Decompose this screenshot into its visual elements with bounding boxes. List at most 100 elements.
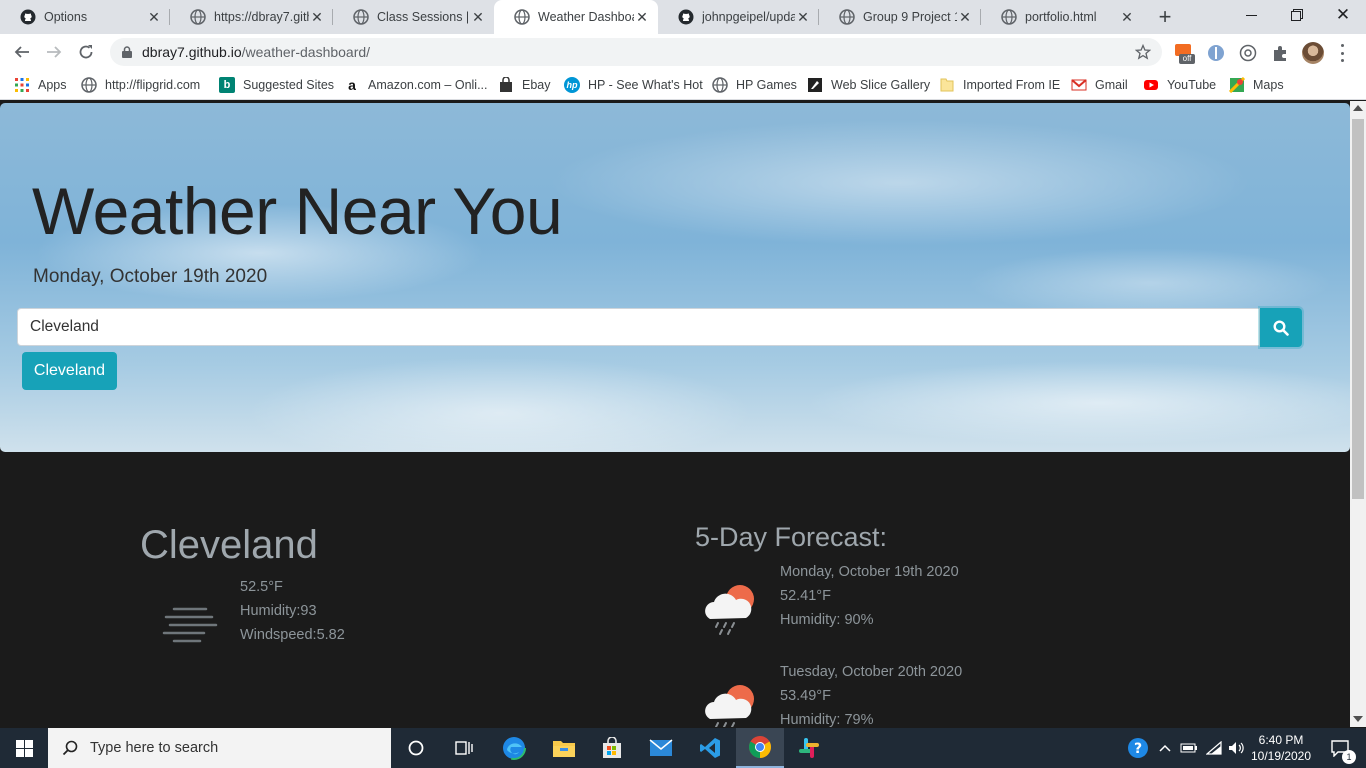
forward-button[interactable] xyxy=(40,38,68,66)
search-icon xyxy=(62,740,78,756)
tray-overflow-button[interactable] xyxy=(1155,728,1175,768)
taskbar-file-explorer[interactable] xyxy=(540,728,588,768)
task-view-button[interactable] xyxy=(440,728,488,768)
cortana-button[interactable] xyxy=(392,728,440,768)
tab-title: Weather Dashboar xyxy=(538,10,634,24)
taskbar-vscode[interactable] xyxy=(686,728,734,768)
bookmark-label: Amazon.com – Onli... xyxy=(368,78,488,92)
taskbar-mail[interactable] xyxy=(637,728,685,768)
taskbar-store[interactable] xyxy=(588,728,636,768)
github-icon xyxy=(678,9,694,25)
avatar[interactable] xyxy=(1302,42,1324,64)
scroll-thumb[interactable] xyxy=(1352,119,1364,499)
tab-portfolio[interactable]: portfolio.html ✕ xyxy=(981,0,1143,34)
close-window-button[interactable]: ✕ xyxy=(1320,0,1366,30)
url-path: /weather-dashboard/ xyxy=(241,44,371,60)
extension-blue-icon[interactable] xyxy=(1207,44,1225,62)
back-button[interactable] xyxy=(8,38,36,66)
tab-title: johnpgeipel/upda xyxy=(702,10,795,24)
help-icon: ? xyxy=(1128,738,1148,758)
arrow-right-icon xyxy=(47,46,62,58)
bookmark-gmail[interactable]: Gmail xyxy=(1071,76,1128,94)
restore-icon xyxy=(1291,9,1303,21)
youtube-icon xyxy=(1144,80,1158,90)
minimize-button[interactable] xyxy=(1228,0,1274,30)
globe-icon xyxy=(353,9,369,25)
puzzle-icon[interactable] xyxy=(1271,44,1289,62)
extension-circle-icon[interactable] xyxy=(1239,44,1257,62)
tab-johnpgeipel[interactable]: johnpgeipel/upda ✕ xyxy=(658,0,819,34)
bookmark-web-slice[interactable]: Web Slice Gallery xyxy=(807,76,930,94)
address-bar[interactable]: dbray7.github.io/weather-dashboard/ xyxy=(110,38,1162,66)
bookmark-maps[interactable]: Maps xyxy=(1229,76,1284,94)
hero-jumbotron: Weather Near You Monday, October 19th 20… xyxy=(0,103,1350,452)
bookmark-flipgrid[interactable]: http://flipgrid.com xyxy=(81,76,200,94)
bookmark-amazon[interactable]: a Amazon.com – Onli... xyxy=(344,76,488,94)
city-search-input[interactable]: Cleveland xyxy=(17,308,1260,346)
start-button[interactable] xyxy=(0,728,48,768)
bookmark-hp-hot[interactable]: hp HP - See What's Hot xyxy=(564,76,703,94)
folder-icon xyxy=(553,741,575,757)
lock-icon xyxy=(122,46,132,58)
rain-cloud-sun-icon xyxy=(705,685,754,727)
menu-kebab-icon[interactable] xyxy=(1338,44,1346,62)
taskbar-edge[interactable] xyxy=(490,728,538,768)
close-icon[interactable]: ✕ xyxy=(795,9,811,25)
reload-button[interactable] xyxy=(72,38,100,66)
forecast-day-temp: 52.41°F xyxy=(780,588,831,604)
windows-taskbar: Type here to search ? 6:40 PM 10/19/2020… xyxy=(0,728,1366,768)
bookmark-apps[interactable]: Apps xyxy=(14,76,67,94)
bookmark-imported-ie[interactable]: Imported From IE xyxy=(939,76,1060,94)
close-icon[interactable]: ✕ xyxy=(309,9,325,25)
svg-text:?: ? xyxy=(1134,741,1142,757)
city-history-button[interactable]: Cleveland xyxy=(22,352,117,390)
page-scrollbar[interactable] xyxy=(1350,101,1366,727)
action-center-button[interactable]: 1 xyxy=(1320,728,1360,768)
close-icon[interactable]: ✕ xyxy=(146,9,162,25)
vscode-icon xyxy=(700,738,720,758)
scroll-up-icon[interactable] xyxy=(1353,105,1363,111)
chevron-up-icon xyxy=(1159,744,1171,752)
search-button[interactable] xyxy=(1260,308,1302,347)
bookmark-suggested-sites[interactable]: b Suggested Sites xyxy=(219,76,334,94)
tab-options[interactable]: Options ✕ xyxy=(0,0,170,34)
minimize-icon xyxy=(1245,14,1257,16)
close-icon: ✕ xyxy=(1335,5,1351,24)
mail-icon xyxy=(649,739,673,756)
battery-tray-button[interactable] xyxy=(1178,728,1200,768)
tab-class-sessions[interactable]: Class Sessions | Bo ✕ xyxy=(333,0,494,34)
bookmark-youtube[interactable]: YouTube xyxy=(1143,76,1216,94)
bookmark-hp-games[interactable]: HP Games xyxy=(712,76,797,94)
bookmark-label: http://flipgrid.com xyxy=(105,78,201,92)
tab-dbray7[interactable]: https://dbray7.gith ✕ xyxy=(170,0,333,34)
bookmark-label: HP Games xyxy=(736,78,797,92)
browser-tab-strip: Options ✕ https://dbray7.gith ✕ Class Se… xyxy=(0,0,1366,34)
bookmark-ebay[interactable]: Ebay xyxy=(498,76,551,94)
wifi-tray-button[interactable] xyxy=(1203,728,1225,768)
browser-toolbar: dbray7.github.io/weather-dashboard/ off xyxy=(0,34,1366,70)
star-icon[interactable] xyxy=(1135,44,1151,60)
tab-group-9-project[interactable]: Group 9 Project 1 ✕ xyxy=(819,0,981,34)
taskbar-slack[interactable] xyxy=(785,728,833,768)
restore-button[interactable] xyxy=(1274,0,1320,30)
forecast-day-humidity: Humidity: 79% xyxy=(780,712,874,727)
volume-tray-button[interactable] xyxy=(1226,728,1248,768)
clock[interactable]: 6:40 PM 10/19/2020 xyxy=(1248,728,1314,768)
close-icon[interactable]: ✕ xyxy=(957,9,973,25)
tab-title: portfolio.html xyxy=(1025,10,1097,24)
close-icon[interactable]: ✕ xyxy=(1119,9,1135,25)
close-icon[interactable]: ✕ xyxy=(470,9,486,25)
shopping-bag-icon xyxy=(500,77,512,92)
new-tab-button[interactable]: + xyxy=(1152,4,1178,30)
help-tray-button[interactable]: ? xyxy=(1126,728,1150,768)
extension-honey-icon[interactable]: off xyxy=(1175,44,1195,64)
taskbar-search-box[interactable]: Type here to search xyxy=(48,728,391,768)
scroll-down-icon[interactable] xyxy=(1353,716,1363,722)
tab-weather-dashboard[interactable]: Weather Dashboar ✕ xyxy=(494,0,658,34)
forecast-day-date: Tuesday, October 20th 2020 xyxy=(780,664,963,680)
close-icon[interactable]: ✕ xyxy=(634,9,650,25)
web-slice-icon xyxy=(808,78,822,92)
tab-title: Group 9 Project 1 xyxy=(863,10,957,24)
current-temp: 52.5°F xyxy=(240,579,283,595)
taskbar-chrome[interactable] xyxy=(736,728,784,768)
